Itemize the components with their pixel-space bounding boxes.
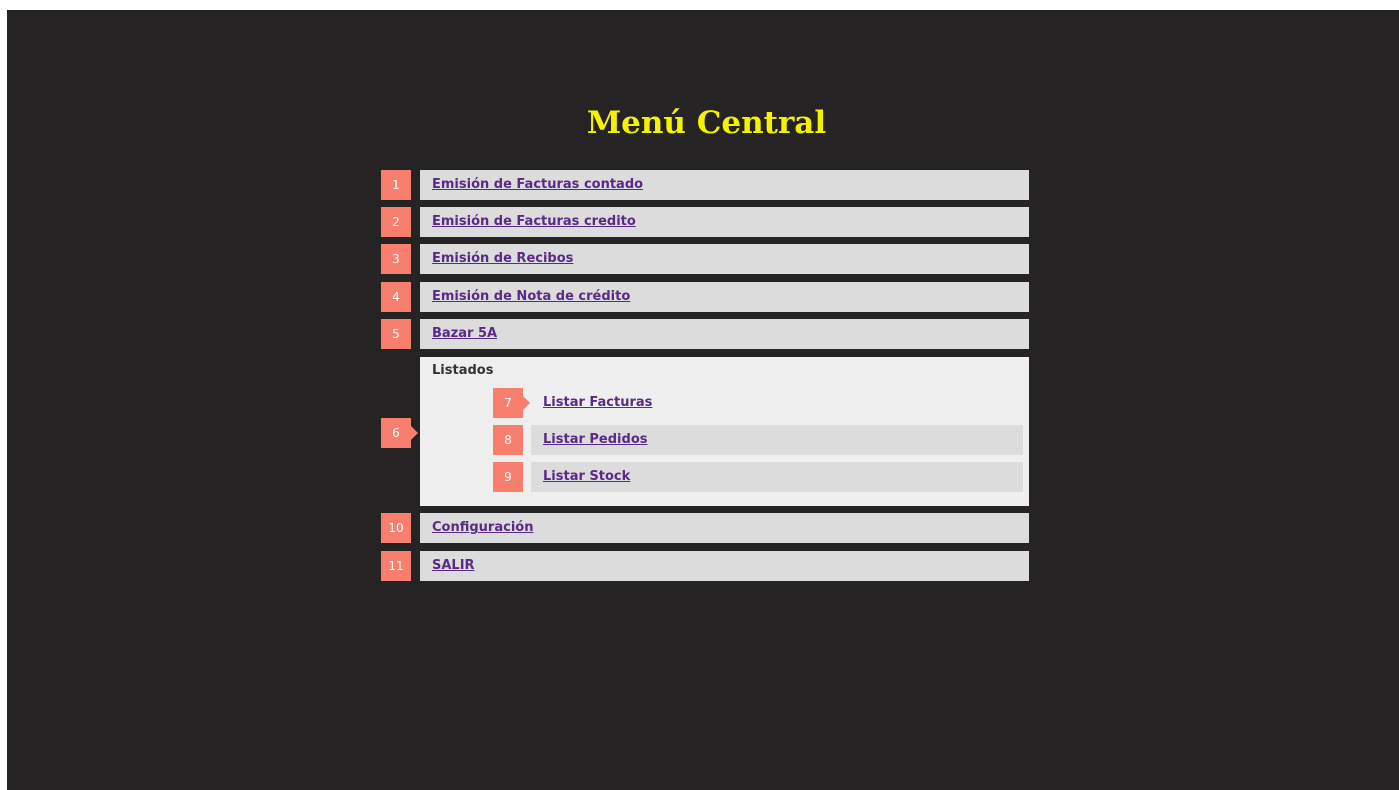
menu-item-bar: Emisión de Facturas contado (420, 170, 1029, 200)
submenu-item-bar: Listar Stock (531, 462, 1023, 492)
menu-link-emision-facturas-contado[interactable]: Emisión de Facturas contado (432, 170, 643, 200)
menu-link-emision-recibos[interactable]: Emisión de Recibos (432, 244, 573, 274)
menu-item-number: 4 (381, 282, 411, 312)
submenu-item-bar: Listar Pedidos (531, 425, 1023, 455)
submenu-item-bar: Listar Facturas (531, 388, 1023, 418)
menu-link-emision-facturas-credito[interactable]: Emisión de Facturas credito (432, 207, 636, 237)
submenu-item-number: 9 (493, 462, 523, 492)
menu-item-number: 3 (381, 244, 411, 274)
menu-link-salir[interactable]: SALIR (432, 551, 475, 581)
menu-group-listados: Listados 7 Listar Facturas 8 Listar Pedi… (420, 357, 1029, 506)
submenu-item-number: 7 (493, 388, 530, 418)
menu-item-number: 5 (381, 319, 411, 349)
submenu-item-number: 8 (493, 425, 523, 455)
submenu-item-listar-facturas[interactable]: 7 Listar Facturas (493, 388, 1023, 418)
submenu-link-listar-facturas[interactable]: Listar Facturas (543, 388, 652, 418)
menu-group-number: 6 (381, 418, 418, 448)
menu-item-number: 10 (381, 513, 411, 543)
menu-item-number: 2 (381, 207, 411, 237)
menu-item-bar: SALIR (420, 551, 1029, 581)
submenu-item-listar-stock[interactable]: 9 Listar Stock (493, 462, 1023, 492)
menu-group-label: Listados (432, 363, 494, 378)
menu-item-bar: Bazar 5A (420, 319, 1029, 349)
submenu-link-listar-pedidos[interactable]: Listar Pedidos (543, 425, 647, 455)
menu-link-emision-nota-credito[interactable]: Emisión de Nota de crédito (432, 282, 630, 312)
menu-item-number: 11 (381, 551, 411, 581)
menu-item-bar: Emisión de Recibos (420, 244, 1029, 274)
menu-item-bar: Emisión de Nota de crédito (420, 282, 1029, 312)
submenu-item-listar-pedidos[interactable]: 8 Listar Pedidos (493, 425, 1023, 455)
menu-item-bar: Emisión de Facturas credito (420, 207, 1029, 237)
menu-link-configuracion[interactable]: Configuración (432, 513, 533, 543)
menu-link-bazar-5a[interactable]: Bazar 5A (432, 319, 497, 349)
menu-item-bar: Configuración (420, 513, 1029, 543)
page-title: Menú Central (586, 105, 827, 141)
submenu-link-listar-stock[interactable]: Listar Stock (543, 462, 630, 492)
menu-item-number: 1 (381, 170, 411, 200)
